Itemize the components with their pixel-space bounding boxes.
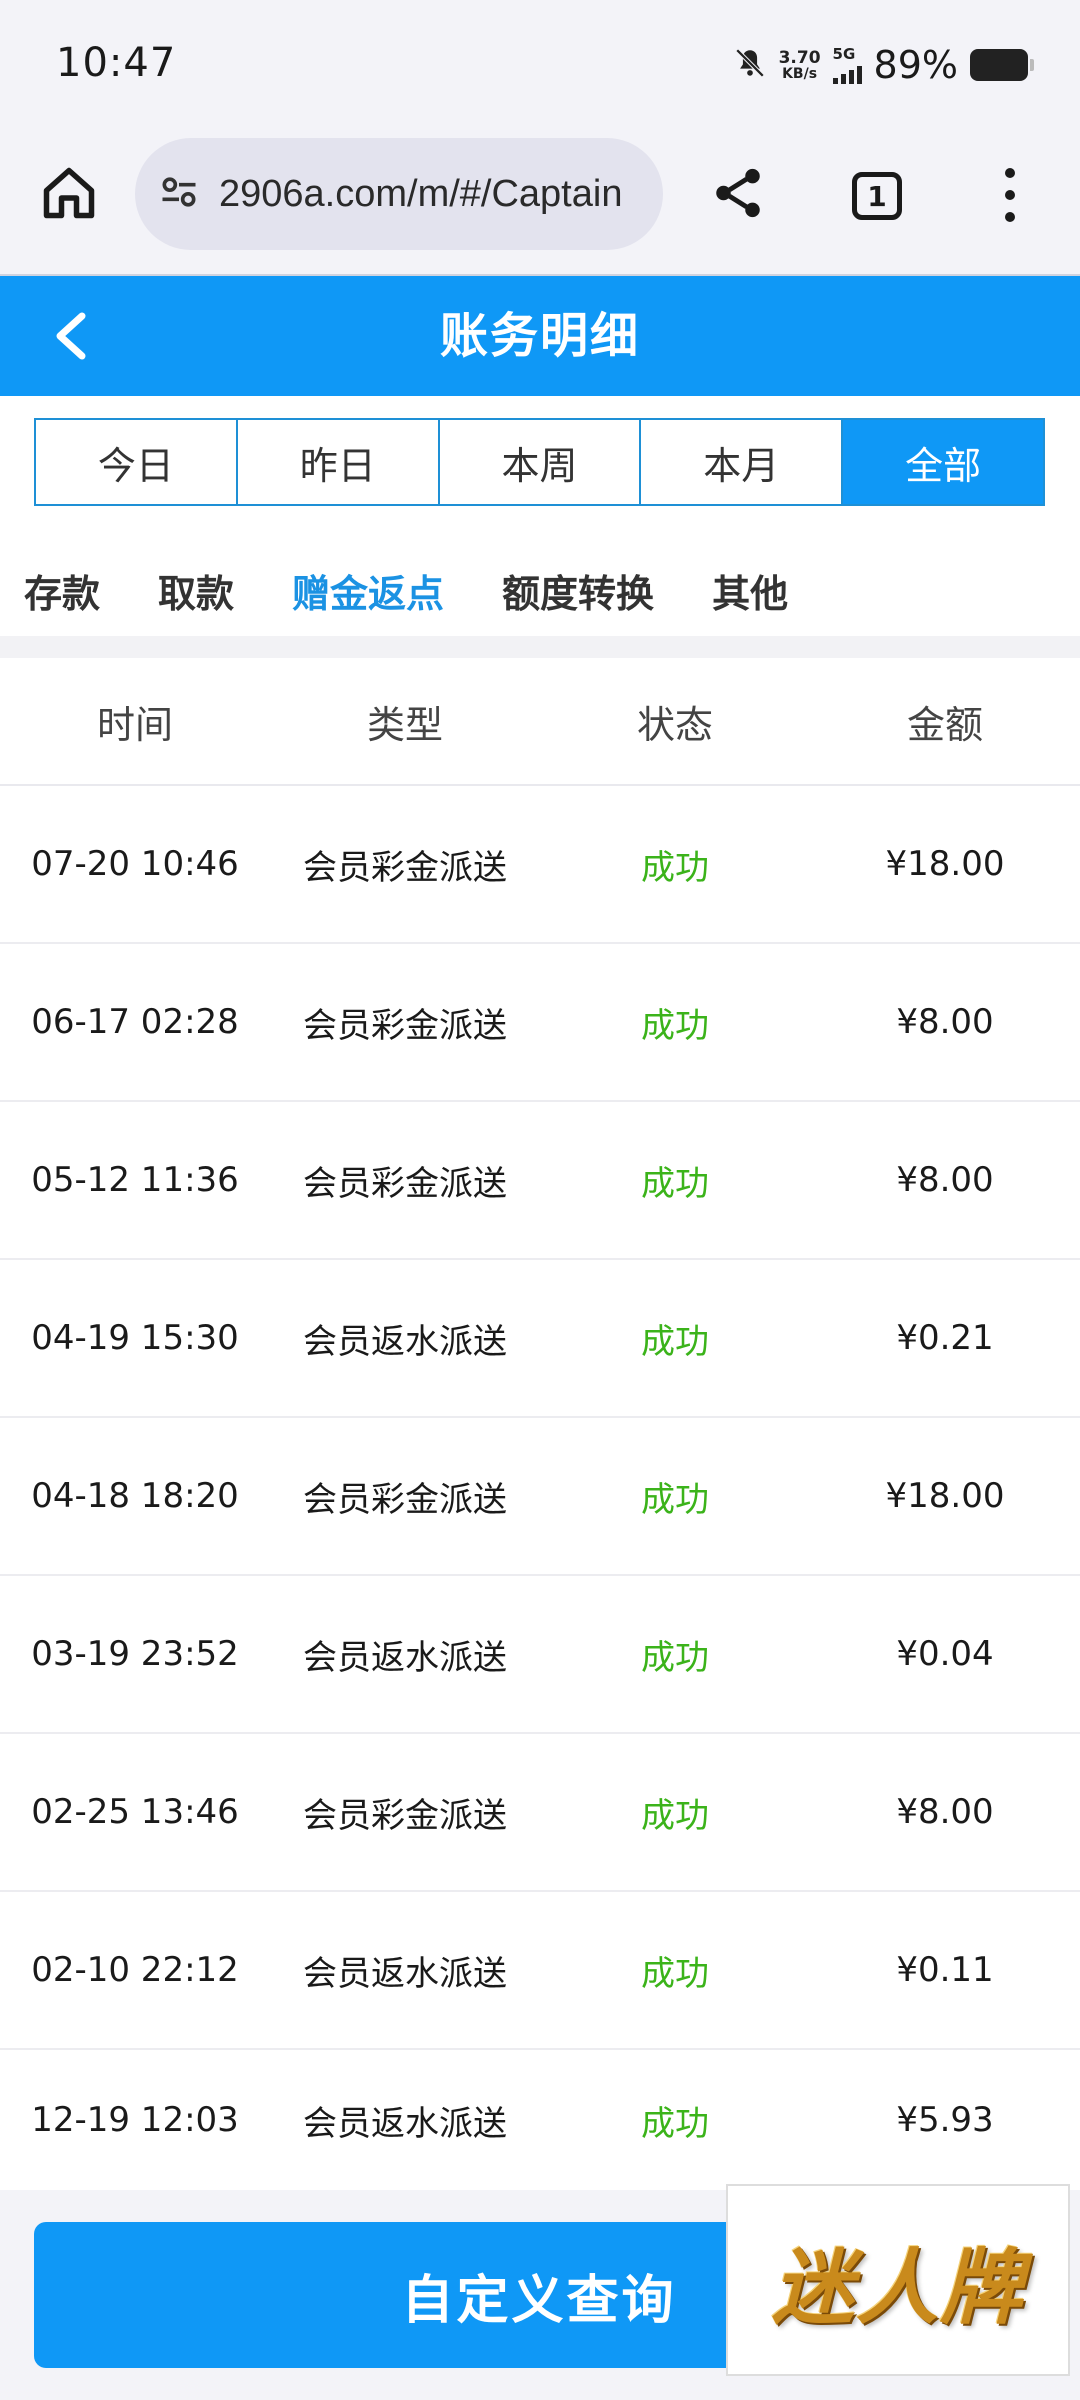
table-row[interactable]: 05-12 11:36 会员彩金派送 成功 ¥8.00 bbox=[0, 1102, 1080, 1260]
table-row[interactable]: 04-18 18:20 会员彩金派送 成功 ¥18.00 bbox=[0, 1418, 1080, 1576]
tab-transfer[interactable]: 额度转换 bbox=[502, 563, 654, 618]
row-time: 02-10 22:12 bbox=[31, 1950, 239, 1990]
row-status: 成功 bbox=[641, 1795, 709, 1836]
row-amount: ¥8.00 bbox=[896, 1160, 994, 1200]
row-amount: ¥0.11 bbox=[896, 1950, 994, 1990]
row-type: 会员返水派送 bbox=[303, 1321, 507, 1362]
row-status: 成功 bbox=[641, 1005, 709, 1046]
row-amount: ¥0.21 bbox=[896, 1318, 994, 1358]
row-status: 成功 bbox=[641, 1953, 709, 1994]
row-amount: ¥5.93 bbox=[896, 2100, 994, 2140]
row-type: 会员彩金派送 bbox=[303, 1479, 507, 1520]
row-type: 会员返水派送 bbox=[303, 1953, 507, 1994]
table-row[interactable]: 03-19 23:52 会员返水派送 成功 ¥0.04 bbox=[0, 1576, 1080, 1734]
tab-yesterday[interactable]: 昨日 bbox=[237, 420, 440, 504]
more-menu-icon[interactable] bbox=[990, 160, 1030, 230]
address-bar[interactable]: 2906a.com/m/#/Captain bbox=[135, 138, 663, 250]
row-time: 04-18 18:20 bbox=[31, 1476, 239, 1516]
tab-today[interactable]: 今日 bbox=[36, 420, 238, 504]
table-header: 时间 类型 状态 金额 bbox=[0, 658, 1080, 786]
row-time: 07-20 10:46 bbox=[31, 844, 239, 884]
category-tabs: 存款 取款 赠金返点 额度转换 其他 bbox=[24, 550, 846, 630]
table-row[interactable]: 12-19 12:03 会员返水派送 成功 ¥5.93 bbox=[0, 2050, 1080, 2190]
column-header-amount: 金额 bbox=[906, 702, 983, 747]
tab-this-month[interactable]: 本月 bbox=[641, 420, 844, 504]
row-amount: ¥18.00 bbox=[885, 844, 1005, 884]
status-icons: 3.70 KB/s 5G 89% bbox=[733, 40, 1034, 90]
watermark-logo: 迷人牌 bbox=[726, 2184, 1070, 2376]
table-row[interactable]: 02-10 22:12 会员返水派送 成功 ¥0.11 bbox=[0, 1892, 1080, 2050]
row-status: 成功 bbox=[641, 2103, 709, 2144]
row-amount: ¥18.00 bbox=[885, 1476, 1005, 1516]
transactions-table: 时间 类型 状态 金额 07-20 10:46 会员彩金派送 成功 ¥18.00… bbox=[0, 658, 1080, 2190]
row-time: 12-19 12:03 bbox=[31, 2100, 239, 2140]
back-arrow-icon[interactable] bbox=[40, 304, 100, 368]
row-time: 05-12 11:36 bbox=[31, 1160, 239, 1200]
row-type: 会员彩金派送 bbox=[303, 1163, 507, 1204]
battery-icon bbox=[970, 49, 1034, 81]
tab-withdraw[interactable]: 取款 bbox=[158, 563, 234, 618]
row-time: 04-19 15:30 bbox=[31, 1318, 239, 1358]
row-time: 02-25 13:46 bbox=[31, 1792, 239, 1832]
table-row[interactable]: 06-17 02:28 会员彩金派送 成功 ¥8.00 bbox=[0, 944, 1080, 1102]
signal-icon: 5G bbox=[832, 44, 862, 84]
row-status: 成功 bbox=[641, 1637, 709, 1678]
battery-percent: 89% bbox=[873, 43, 958, 87]
column-header-type: 类型 bbox=[366, 702, 443, 747]
row-status: 成功 bbox=[641, 1163, 709, 1204]
site-settings-icon[interactable] bbox=[157, 170, 201, 218]
divider bbox=[0, 636, 1080, 658]
period-tabs: 今日 昨日 本周 本月 全部 bbox=[34, 418, 1045, 506]
share-icon[interactable] bbox=[705, 160, 771, 226]
url-text[interactable]: 2906a.com/m/#/Captain bbox=[219, 173, 622, 216]
table-row[interactable]: 02-25 13:46 会员彩金派送 成功 ¥8.00 bbox=[0, 1734, 1080, 1892]
table-row[interactable]: 04-19 15:30 会员返水派送 成功 ¥0.21 bbox=[0, 1260, 1080, 1418]
tab-all[interactable]: 全部 bbox=[843, 420, 1043, 504]
net-speed-value: 3.70 bbox=[778, 47, 821, 68]
row-amount: ¥8.00 bbox=[896, 1002, 994, 1042]
row-type: 会员彩金派送 bbox=[303, 847, 507, 888]
page-header: 账务明细 bbox=[0, 276, 1080, 396]
network-type: 5G bbox=[832, 44, 856, 63]
net-speed-unit: KB/s bbox=[782, 65, 818, 82]
row-amount: ¥8.00 bbox=[896, 1792, 994, 1832]
column-header-status: 状态 bbox=[636, 702, 713, 747]
row-type: 会员彩金派送 bbox=[303, 1005, 507, 1046]
row-time: 03-19 23:52 bbox=[31, 1634, 239, 1674]
tab-other[interactable]: 其他 bbox=[712, 563, 788, 618]
table-row[interactable]: 07-20 10:46 会员彩金派送 成功 ¥18.00 bbox=[0, 786, 1080, 944]
row-time: 06-17 02:28 bbox=[31, 1002, 239, 1042]
row-status: 成功 bbox=[641, 1479, 709, 1520]
home-icon[interactable] bbox=[36, 160, 102, 226]
row-status: 成功 bbox=[641, 847, 709, 888]
browser-toolbar: 2906a.com/m/#/Captain 1 bbox=[0, 130, 1080, 275]
status-bar: 10:47 3.70 KB/s 5G 89% bbox=[0, 0, 1080, 130]
row-type: 会员彩金派送 bbox=[303, 1795, 507, 1836]
row-status: 成功 bbox=[641, 1321, 709, 1362]
row-type: 会员返水派送 bbox=[303, 1637, 507, 1678]
column-header-time: 时间 bbox=[96, 702, 173, 747]
tab-bonus-rebate[interactable]: 赠金返点 bbox=[292, 563, 444, 618]
status-time: 10:47 bbox=[56, 40, 177, 86]
row-amount: ¥0.04 bbox=[896, 1634, 994, 1674]
tab-deposit[interactable]: 存款 bbox=[24, 563, 100, 618]
watermark-text: 迷人牌 bbox=[772, 2240, 1024, 2336]
tab-switcher-button[interactable]: 1 bbox=[852, 172, 902, 220]
bell-muted-icon bbox=[733, 46, 767, 84]
page-title: 账务明细 bbox=[439, 308, 640, 364]
row-type: 会员返水派送 bbox=[303, 2103, 507, 2144]
net-speed: 3.70 KB/s bbox=[778, 47, 821, 82]
tab-this-week[interactable]: 本周 bbox=[439, 420, 642, 504]
